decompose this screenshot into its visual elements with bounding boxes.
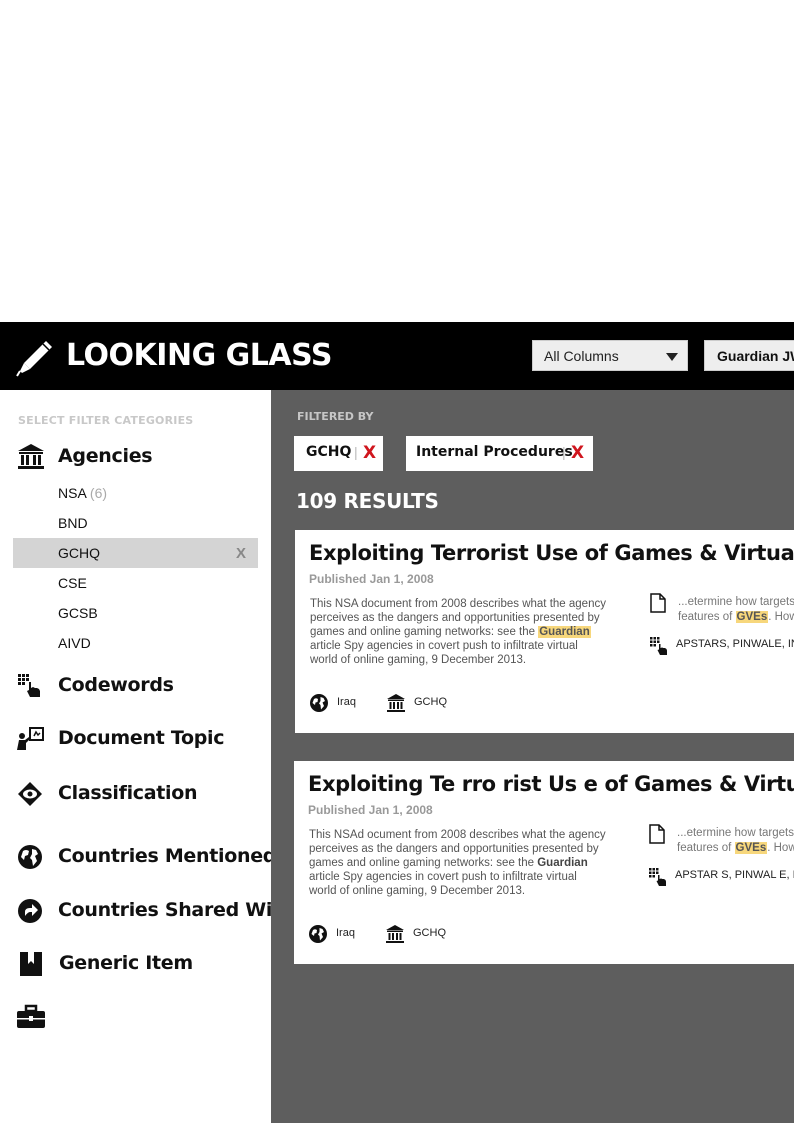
result-codewords: APSTARS, PINWALE, IN [676,638,794,650]
grid-hand-icon [649,868,666,886]
category-label: Generic Item [59,952,193,974]
globe-icon [18,845,42,869]
search-highlight: Guardian [538,626,591,638]
grid-hand-icon [650,637,667,655]
category-countries-mentioned[interactable]: Countries Mentioned [0,842,276,872]
result-date: Published Jan 1, 2008 [309,572,434,586]
category-label: Document Topic [58,727,225,749]
document-icon [650,593,666,613]
app-root: LOOKING GLASS All Columns Guardian JWs S… [0,322,794,1123]
category-label: Countries Mentioned [58,845,277,867]
agency-label: GCSB [58,605,98,621]
filter-chip-label: GCHQ [306,444,352,460]
country-label: Iraq [336,927,355,939]
agency-item-nsa[interactable]: NSA (6) [13,478,258,508]
filter-chip-label: Internal Procedures [416,444,573,460]
top-bar: LOOKING GLASS All Columns Guardian JWs [0,322,794,390]
category-label: Agencies [58,445,153,467]
result-title[interactable]: Exploiting Te rro rist Us e of Games & V… [308,772,794,796]
result-card[interactable]: Exploiting Te rro rist Us e of Games & V… [294,761,794,964]
category-generic-item[interactable]: Generic Item [0,949,271,979]
results-count: 109 RESULTS [296,489,439,513]
result-date: Published Jan 1, 2008 [308,803,433,817]
result-title[interactable]: Exploiting Terrorist Use of Games & Virt… [309,541,794,565]
filter-chip-gchq: GCHQ | X [294,436,383,471]
column-select-value: All Columns [544,348,619,364]
briefcase-icon [17,1004,45,1028]
globe-icon [309,925,327,943]
filter-chip-internal-procedures: Internal Procedures | X [406,436,593,471]
remove-filter-button[interactable]: X [571,443,584,463]
search-term: Guardian [537,857,588,869]
globe-icon [310,694,328,712]
category-classification[interactable]: Classification [0,779,271,809]
result-snippet: ...etermine how targets usefeatures of G… [678,596,794,623]
country-label: Iraq [337,696,356,708]
sidebar: SELECT FILTER CATEGORIES Agencies NSA (6… [0,390,294,1123]
filtered-by-heading: FILTERED BY [297,410,374,423]
column-select[interactable]: All Columns [532,340,688,371]
caret-down-icon [666,353,678,361]
search-input-value: Guardian JWs [717,348,794,364]
grid-hand-icon [18,674,40,697]
agency-item-gcsb[interactable]: GCSB [13,598,258,628]
institution-icon [18,444,44,469]
pen-icon [16,341,52,377]
agency-label: GCHQ [58,545,100,561]
eye-diamond-icon [18,782,42,806]
agency-label: NSA (6) [58,485,108,501]
agency-item-aivd[interactable]: AIVD [13,628,258,658]
agency-item-bnd[interactable]: BND [13,508,258,538]
remove-filter-button[interactable]: X [363,443,376,463]
agency-label: CSE [58,575,87,591]
result-codewords: APSTAR S, PINWAL E, I [675,869,794,881]
presenter-icon [17,727,44,750]
agency-item-gchq[interactable]: GCHQ X [13,538,258,568]
filter-chip-separator: | [354,444,358,460]
agency-label: BND [58,515,88,531]
agency-count: (6) [89,485,108,501]
category-label: Codewords [58,674,174,696]
agency-label: AIVD [58,635,91,651]
agency-label: GCHQ [413,927,446,939]
category-agencies[interactable]: Agencies [0,442,271,472]
category-countries-shared-with[interactable]: Countries Shared With [0,896,294,926]
sidebar-heading: SELECT FILTER CATEGORIES [18,414,194,427]
agency-label: GCHQ [414,696,447,708]
app-title: LOOKING GLASS [66,338,332,373]
result-description: This NSA document from 2008 describes wh… [310,598,606,666]
result-card[interactable]: Exploiting Terrorist Use of Games & Virt… [295,530,794,733]
filter-chip-separator: | [562,444,566,460]
document-icon [649,824,665,844]
agency-item-cse[interactable]: CSE [13,568,258,598]
institution-icon [386,925,404,943]
search-input[interactable]: Guardian JWs [704,340,794,371]
result-description: This NSAd ocument from 2008 describes wh… [309,829,606,897]
remove-agency-button[interactable]: X [236,545,246,562]
category-briefcase[interactable] [0,1002,271,1032]
category-label: Countries Shared With [58,899,295,921]
institution-icon [387,694,405,712]
result-snippet: ...etermine how targets usefeatures of G… [677,827,794,854]
search-highlight: GVEs [734,842,768,854]
arrow-circle-icon [18,899,42,923]
category-codewords[interactable]: Codewords [0,671,271,701]
category-label: Classification [58,782,198,804]
results-panel: FILTERED BY GCHQ | X Internal Procedures… [271,390,794,1123]
category-document-topic[interactable]: Document Topic [0,724,271,754]
bookmark-icon [20,952,42,976]
search-highlight: GVEs [735,611,769,623]
